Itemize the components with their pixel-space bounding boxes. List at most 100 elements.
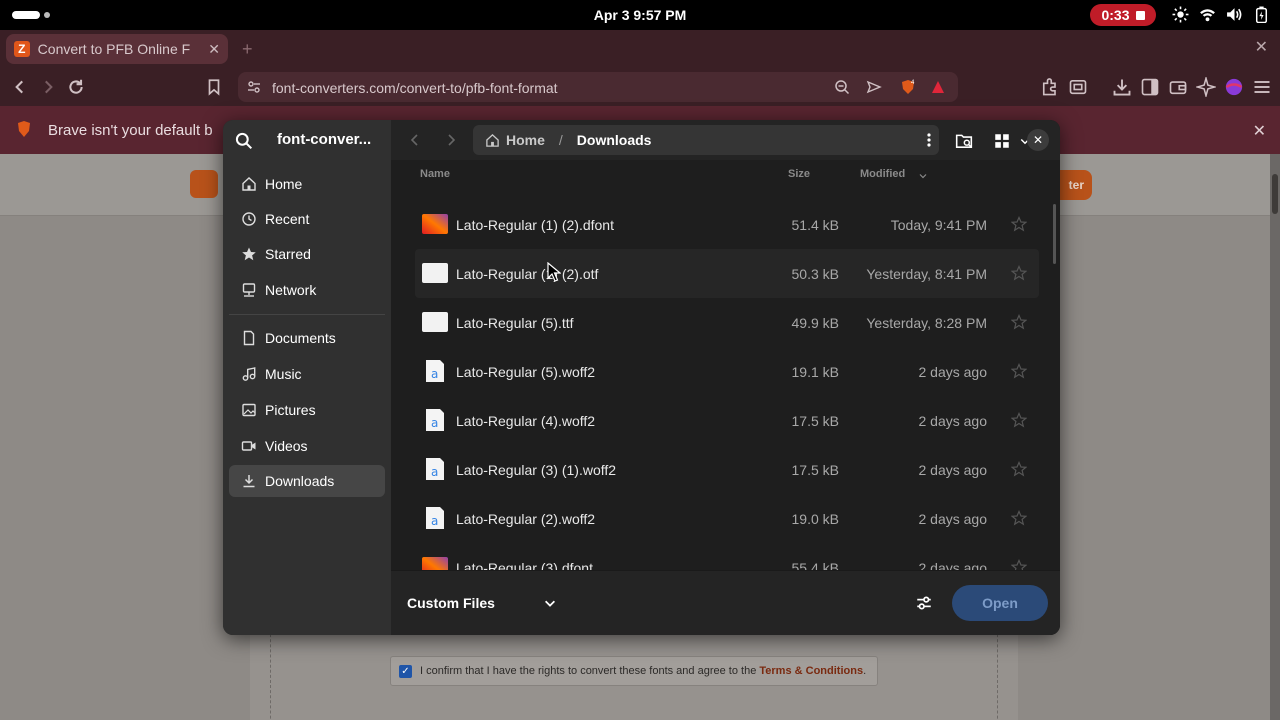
confirm-checkbox[interactable]: ✓ [399,664,412,678]
file-row[interactable]: a Lato-Regular (4).woff2 17.5 kB 2 days … [415,396,1039,445]
window-close-icon[interactable]: ✕ [1255,40,1268,56]
woff-font-file-icon: a [426,409,444,431]
kebab-menu-icon[interactable] [927,133,931,147]
sidebar-label-recent: Recent [265,211,310,227]
chevron-down-icon [544,600,555,607]
back-arrow-icon[interactable] [10,77,30,97]
search-icon[interactable] [235,132,253,150]
sidebar-item-music[interactable]: Music [229,358,385,390]
system-tray[interactable] [1172,6,1270,23]
file-type-filter-dropdown[interactable]: Custom Files [407,595,557,611]
forward-arrow-icon[interactable] [38,77,58,97]
open-button[interactable]: Open [952,585,1048,621]
grid-view-icon[interactable] [993,132,1011,150]
breadcrumb-current[interactable]: Downloads [577,132,652,148]
send-icon[interactable] [866,79,882,95]
star-icon[interactable] [1011,559,1027,570]
bookmark-icon[interactable] [204,77,224,97]
brightness-icon [1172,6,1189,23]
sidebar-label-home: Home [265,176,303,192]
star-icon[interactable] [1011,314,1027,330]
file-row[interactable]: a Lato-Regular (3) (1).woff2 17.5 kB 2 d… [415,445,1039,494]
breadcrumb-separator: / [558,132,563,148]
file-row[interactable]: Lato-Regular (1) (2).dfont 51.4 kB Today… [415,200,1039,249]
file-row[interactable]: Lato-Regular (1) (2).otf 50.3 kB Yesterd… [415,249,1039,298]
star-icon[interactable] [1011,412,1027,428]
sort-chevron-down-icon[interactable] [919,172,927,180]
star-icon[interactable] [1011,461,1027,477]
page-scrollbar-thumb[interactable] [1272,174,1278,214]
sidebar-item-documents[interactable]: Documents [229,322,385,354]
activities-indicator[interactable] [12,11,50,19]
site-logo[interactable] [190,170,218,198]
address-bar[interactable]: font-converters.com/convert-to/pfb-font-… [238,72,958,102]
star-icon[interactable] [1011,510,1027,526]
tab-manager-icon[interactable] [1068,77,1088,97]
clock[interactable]: Apr 3 9:57 PM [594,7,687,23]
woff-font-file-icon: a [426,360,444,382]
page-scrollbar[interactable] [1270,154,1280,720]
extensions-icon[interactable] [1040,77,1060,97]
leo-ai-icon[interactable] [1196,77,1216,97]
rights-confirmation[interactable]: ✓ I confirm that I have the rights to co… [390,656,878,686]
sidebar-item-pictures[interactable]: Pictures [229,394,385,426]
column-header-size[interactable]: Size [788,168,810,180]
file-row[interactable]: Lato-Regular (5).ttf 49.9 kB Yesterday, … [415,298,1039,347]
new-folder-icon[interactable] [955,132,973,150]
browser-tab[interactable]: Z Convert to PFB Online F ✕ [6,34,228,64]
menu-icon[interactable] [1252,77,1272,97]
wifi-icon [1200,9,1215,22]
star-icon[interactable] [1011,216,1027,232]
site-favicon-icon: Z [14,41,30,57]
file-row[interactable]: a Lato-Regular (2).woff2 19.0 kB 2 days … [415,494,1039,543]
terms-link[interactable]: Terms & Conditions [759,665,863,677]
back-icon[interactable] [407,132,423,148]
tab-close-icon[interactable]: ✕ [208,41,220,58]
forward-icon[interactable] [443,132,459,148]
infobar-close-icon[interactable]: ✕ [1253,121,1266,141]
sidebar-item-recent[interactable]: Recent [229,203,385,235]
sidebar-label-starred: Starred [265,246,311,262]
battery-icon [1255,6,1268,23]
star-icon[interactable] [1011,265,1027,281]
dialog-close-button[interactable]: ✕ [1027,129,1049,151]
file-list-scrollbar[interactable] [1053,204,1056,264]
brave-shields-icon[interactable]: 4 [900,79,916,95]
confirm-text: I confirm that I have the rights to conv… [420,665,760,677]
sidebar-item-videos[interactable]: Videos [229,430,385,462]
file-name: Lato-Regular (4).woff2 [456,413,596,429]
breadcrumb-home-label: Home [506,132,545,148]
sidebar-label-documents: Documents [265,330,336,346]
vpn-icon[interactable] [1224,77,1244,97]
svg-text:a: a [431,465,438,479]
brave-rewards-icon[interactable] [930,79,946,95]
dialog-footer: Custom Files Open [391,570,1060,635]
screen-recording-indicator[interactable]: 0:33 [1090,4,1156,26]
sidebar-item-home[interactable]: Home [229,168,385,200]
sidebar-item-network[interactable]: Network [229,274,385,306]
sidebar-label-music: Music [265,366,302,382]
zoom-icon[interactable] [834,79,850,95]
breadcrumb-home[interactable]: Home [485,132,545,148]
file-row[interactable]: a Lato-Regular (5).woff2 19.1 kB 2 days … [415,347,1039,396]
blank-file-icon [422,263,448,283]
column-header-name[interactable]: Name [420,168,450,180]
blank-file-icon [422,312,448,332]
column-header-modified[interactable]: Modified [860,168,905,180]
sidebar-toggle-icon[interactable] [1140,77,1160,97]
wallet-icon[interactable] [1168,77,1188,97]
sidebar-label-downloads: Downloads [265,473,335,489]
file-chooser-dialog: font-conver... Home Recent Starred Netwo… [223,120,1060,635]
site-info-icon[interactable] [246,79,262,95]
woff-font-file-icon: a [426,507,444,529]
reload-icon[interactable] [66,77,86,97]
file-row[interactable]: Lato-Regular (3).dfont 55.4 kB 2 days ag… [415,543,1039,570]
new-tab-plus-icon[interactable]: + [242,40,253,58]
tab-title: Convert to PFB Online F [37,41,191,57]
filter-options-icon[interactable] [915,594,933,612]
sidebar-item-starred[interactable]: Starred [229,238,385,270]
downloads-icon[interactable] [1112,77,1132,97]
star-icon[interactable] [1011,363,1027,379]
sidebar-item-downloads[interactable]: Downloads [229,465,385,497]
sidebar-label-videos: Videos [265,438,308,454]
